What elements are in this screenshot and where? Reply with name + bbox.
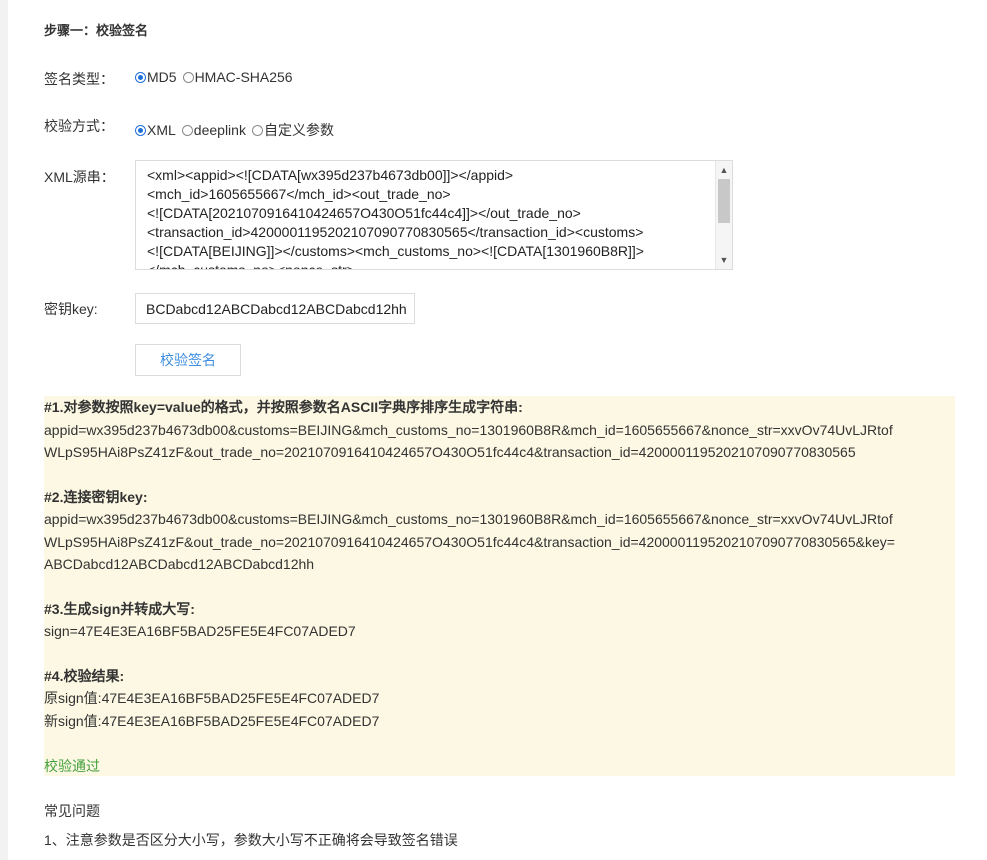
key-label: 密钥key: xyxy=(44,301,98,317)
verify-method-deeplink-label: deeplink xyxy=(193,122,246,138)
faq-item: 1、注意参数是否区分大小写，参数大小写不正确将会导致签名错误 xyxy=(44,832,458,848)
sign-type-hmac-radio[interactable]: HMAC-SHA256 xyxy=(182,69,293,85)
verify-status: 校验通过 xyxy=(44,758,100,774)
verify-method-xml-radio[interactable]: XML xyxy=(135,122,176,138)
xml-source-textarea[interactable]: <xml><appid><![CDATA[wx395d237b4673db00]… xyxy=(135,160,733,270)
radio-selected-icon[interactable] xyxy=(135,71,146,83)
step1-line1: appid=wx395d237b4673db00&customs=BEIJING… xyxy=(44,422,893,438)
step2-title: #2.连接密钥key: xyxy=(44,489,148,505)
verify-method-xml-label: XML xyxy=(147,122,176,138)
page-left-edge xyxy=(0,0,8,860)
step1-title: #1.对参数按照key=value的格式，并按照参数名ASCII字典序排序生成字… xyxy=(44,399,523,415)
scroll-down-arrow-icon[interactable]: ▼ xyxy=(716,253,732,267)
scroll-up-arrow-icon[interactable]: ▲ xyxy=(716,163,732,177)
step3-line1: sign=47E4E3EA16BF5BAD25FE5E4FC07ADED7 xyxy=(44,623,356,639)
step-title: 步骤一：校验签名 xyxy=(44,23,149,38)
step1-line2: WLpS95HAi8PsZ41zF&out_trade_no=202107091… xyxy=(44,444,856,460)
verify-method-label: 校验方式： xyxy=(44,118,114,134)
sign-type-label: 签名类型： xyxy=(44,71,114,87)
sign-type-md5-label: MD5 xyxy=(147,69,177,85)
radio-unselected-icon[interactable] xyxy=(251,124,263,136)
sign-type-radio-group: MD5 HMAC-SHA256 xyxy=(135,69,299,85)
verify-method-custom-radio[interactable]: 自定义参数 xyxy=(251,120,334,140)
verify-method-radio-group: XML deeplink 自定义参数 xyxy=(135,120,340,140)
radio-unselected-icon[interactable] xyxy=(181,124,193,136)
sign-type-hmac-label: HMAC-SHA256 xyxy=(194,69,293,85)
step2-line1: appid=wx395d237b4673db00&customs=BEIJING… xyxy=(44,511,893,527)
verify-sign-button[interactable]: 校验签名 xyxy=(135,344,241,376)
scroll-thumb[interactable] xyxy=(718,179,730,223)
sign-type-md5-radio[interactable]: MD5 xyxy=(135,69,177,85)
verify-method-custom-label: 自定义参数 xyxy=(263,122,334,138)
key-input[interactable] xyxy=(135,293,415,324)
faq-title: 常见问题 xyxy=(44,803,100,819)
verify-method-deeplink-radio[interactable]: deeplink xyxy=(181,122,246,138)
step2-line3: ABCDabcd12ABCDabcd12ABCDabcd12hh xyxy=(44,556,315,572)
xml-source-text[interactable]: <xml><appid><![CDATA[wx395d237b4673db00]… xyxy=(147,166,717,269)
step4-title: #4.校验结果: xyxy=(44,668,125,684)
result-panel: #1.对参数按照key=value的格式，并按照参数名ASCII字典序排序生成字… xyxy=(44,396,955,776)
original-sign: 原sign值:47E4E3EA16BF5BAD25FE5E4FC07ADED7 xyxy=(44,690,380,706)
xml-scrollbar[interactable]: ▲ ▼ xyxy=(715,161,732,269)
step3-title: #3.生成sign并转成大写: xyxy=(44,601,195,617)
radio-unselected-icon[interactable] xyxy=(182,71,194,83)
new-sign: 新sign值:47E4E3EA16BF5BAD25FE5E4FC07ADED7 xyxy=(44,713,380,729)
radio-selected-icon[interactable] xyxy=(135,124,146,136)
step2-line2: WLpS95HAi8PsZ41zF&out_trade_no=202107091… xyxy=(44,534,895,550)
xml-source-label: XML源串： xyxy=(44,169,115,185)
